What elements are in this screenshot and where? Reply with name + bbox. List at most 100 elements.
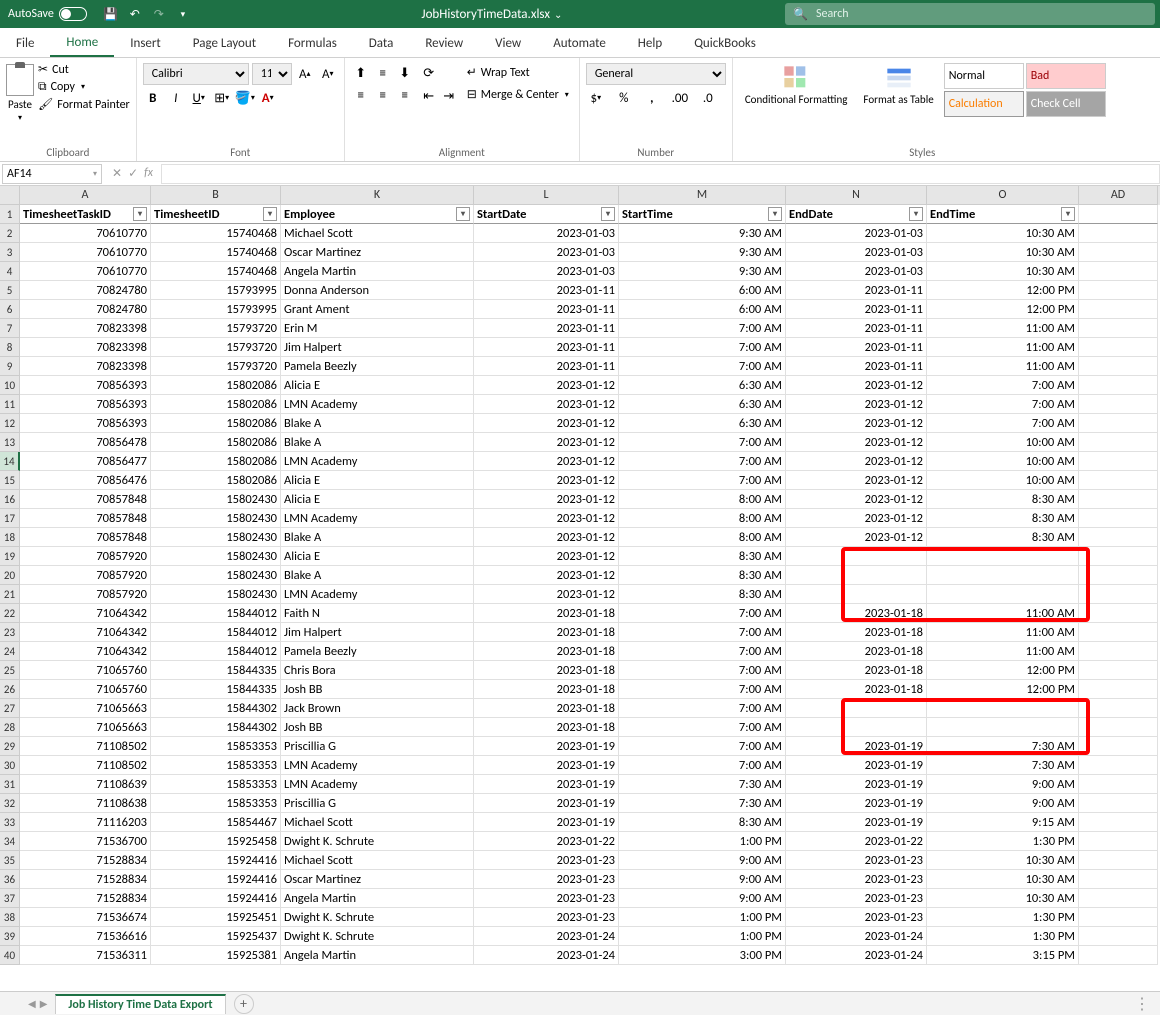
- row-header[interactable]: 29: [0, 737, 20, 756]
- cell[interactable]: [927, 547, 1079, 566]
- tab-data[interactable]: Data: [353, 29, 410, 57]
- cell[interactable]: 9:30 AM: [619, 224, 786, 243]
- cell[interactable]: 2023-01-12: [474, 490, 619, 509]
- cell[interactable]: 7:00 AM: [927, 414, 1079, 433]
- tab-file[interactable]: File: [0, 29, 50, 57]
- cell[interactable]: 7:00 AM: [619, 718, 786, 737]
- row-header[interactable]: 10: [0, 376, 20, 395]
- row-header[interactable]: 37: [0, 889, 20, 908]
- filter-icon[interactable]: ▾: [1061, 207, 1075, 221]
- cell[interactable]: 2023-01-24: [474, 946, 619, 965]
- cell[interactable]: Dwight K. Schrute: [281, 908, 474, 927]
- tab-page-layout[interactable]: Page Layout: [177, 29, 272, 57]
- cell[interactable]: 70857920: [20, 566, 151, 585]
- cell[interactable]: 2023-01-12: [786, 452, 927, 471]
- style-normal[interactable]: Normal: [944, 63, 1024, 89]
- cell[interactable]: 15740468: [151, 224, 281, 243]
- cell[interactable]: 11:00 AM: [927, 338, 1079, 357]
- tab-view[interactable]: View: [479, 29, 537, 57]
- cell[interactable]: [1079, 927, 1158, 946]
- cell[interactable]: 7:00 AM: [619, 756, 786, 775]
- formula-input[interactable]: [161, 164, 1160, 184]
- cell[interactable]: [1079, 851, 1158, 870]
- cell[interactable]: 15793995: [151, 281, 281, 300]
- header-cell[interactable]: StartDate▾: [474, 205, 619, 224]
- cell[interactable]: 71064342: [20, 623, 151, 642]
- cell[interactable]: 9:00 AM: [927, 794, 1079, 813]
- cell[interactable]: 70856393: [20, 414, 151, 433]
- row-header[interactable]: 25: [0, 661, 20, 680]
- cell[interactable]: 7:00 AM: [619, 661, 786, 680]
- cell[interactable]: 1:30 PM: [927, 927, 1079, 946]
- cell[interactable]: 7:00 AM: [619, 737, 786, 756]
- cell[interactable]: 7:00 AM: [619, 338, 786, 357]
- cell[interactable]: LMN Academy: [281, 756, 474, 775]
- cell[interactable]: Blake A: [281, 433, 474, 452]
- cell[interactable]: 2023-01-12: [786, 528, 927, 547]
- row-header[interactable]: 2: [0, 224, 20, 243]
- cell[interactable]: LMN Academy: [281, 585, 474, 604]
- cell[interactable]: LMN Academy: [281, 395, 474, 414]
- cell[interactable]: [1079, 699, 1158, 718]
- cell[interactable]: 15844012: [151, 604, 281, 623]
- italic-button[interactable]: I: [166, 88, 186, 108]
- tab-quickbooks[interactable]: QuickBooks: [678, 29, 772, 57]
- font-name-select[interactable]: Calibri: [143, 63, 249, 85]
- cell[interactable]: Angela Martin: [281, 946, 474, 965]
- cell[interactable]: 15844335: [151, 661, 281, 680]
- cell[interactable]: LMN Academy: [281, 775, 474, 794]
- cell[interactable]: 71108639: [20, 775, 151, 794]
- comma-icon[interactable]: ,: [642, 88, 662, 108]
- cell[interactable]: [1079, 737, 1158, 756]
- cell[interactable]: [1079, 946, 1158, 965]
- cell[interactable]: 2023-01-18: [474, 680, 619, 699]
- cell[interactable]: [786, 718, 927, 737]
- cell[interactable]: 2023-01-03: [786, 262, 927, 281]
- cell[interactable]: Faith N: [281, 604, 474, 623]
- cell[interactable]: 71528834: [20, 870, 151, 889]
- cell[interactable]: 1:00 PM: [619, 908, 786, 927]
- cell[interactable]: 7:00 AM: [619, 452, 786, 471]
- cell[interactable]: 2023-01-12: [474, 566, 619, 585]
- cell[interactable]: 9:00 AM: [619, 851, 786, 870]
- cell[interactable]: 11:00 AM: [927, 604, 1079, 623]
- cell[interactable]: 15924416: [151, 870, 281, 889]
- prev-sheet-icon[interactable]: ◀: [28, 997, 36, 1010]
- cell[interactable]: 15802086: [151, 471, 281, 490]
- row-header[interactable]: 19: [0, 547, 20, 566]
- cell[interactable]: Angela Martin: [281, 889, 474, 908]
- cell[interactable]: 70610770: [20, 243, 151, 262]
- enter-formula-icon[interactable]: ✓: [128, 166, 138, 181]
- row-header[interactable]: 27: [0, 699, 20, 718]
- cell[interactable]: 15802086: [151, 395, 281, 414]
- cell[interactable]: 2023-01-12: [786, 395, 927, 414]
- underline-button[interactable]: U▾: [189, 88, 209, 108]
- cut-button[interactable]: ✂Cut: [38, 62, 130, 77]
- cell[interactable]: 2023-01-11: [474, 300, 619, 319]
- header-cell[interactable]: EndDate▾: [786, 205, 927, 224]
- col-header[interactable]: O: [927, 186, 1079, 205]
- filter-icon[interactable]: ▾: [601, 207, 615, 221]
- cell[interactable]: 2023-01-23: [786, 908, 927, 927]
- cell[interactable]: Priscillia G: [281, 737, 474, 756]
- search-box[interactable]: 🔍: [785, 3, 1155, 25]
- undo-icon[interactable]: ↶: [127, 6, 143, 22]
- cell[interactable]: [1079, 908, 1158, 927]
- cell[interactable]: 70824780: [20, 300, 151, 319]
- cell[interactable]: 2023-01-12: [474, 547, 619, 566]
- header-cell[interactable]: TimesheetTaskID▾: [20, 205, 151, 224]
- fx-icon[interactable]: fx: [144, 166, 153, 181]
- cell[interactable]: 7:00 AM: [619, 623, 786, 642]
- cell[interactable]: 2023-01-23: [474, 870, 619, 889]
- search-input[interactable]: [816, 7, 1147, 21]
- bold-button[interactable]: B: [143, 88, 163, 108]
- cell[interactable]: 2023-01-19: [786, 756, 927, 775]
- header-cell[interactable]: Employee▾: [281, 205, 474, 224]
- cell[interactable]: 15802430: [151, 509, 281, 528]
- decrease-font-icon[interactable]: A▾: [318, 64, 338, 84]
- row-header[interactable]: 21: [0, 585, 20, 604]
- tab-insert[interactable]: Insert: [114, 29, 177, 57]
- cell[interactable]: 2023-01-24: [474, 927, 619, 946]
- cell[interactable]: 2023-01-19: [474, 756, 619, 775]
- cell[interactable]: 2023-01-12: [474, 585, 619, 604]
